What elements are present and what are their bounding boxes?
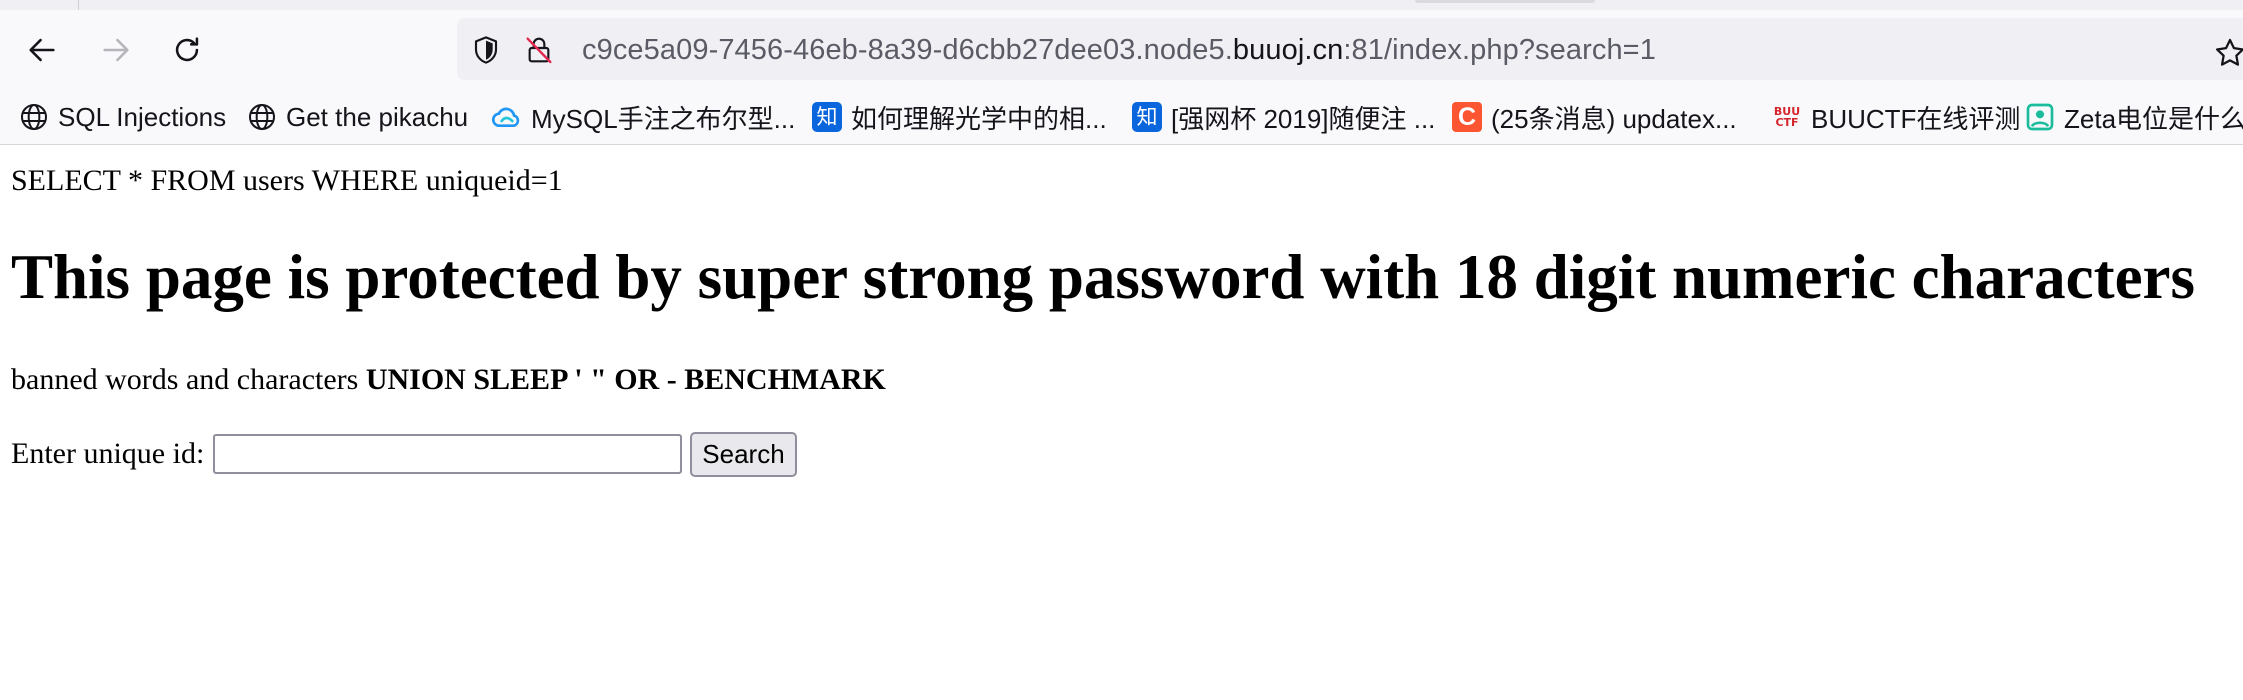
url-text[interactable]: c9ce5a09-7456-46eb-8a39-d6cbb27dee03.nod… (582, 33, 1656, 67)
navigation-toolbar: c9ce5a09-7456-46eb-8a39-d6cbb27dee03.nod… (0, 10, 2243, 90)
bookmark-zhihu-optics[interactable]: 知 如何理解光学中的相... (811, 98, 1107, 136)
bookmark-qwb-2019[interactable]: 知 [强网杯 2019]随便注 ... (1131, 98, 1435, 136)
url-suffix: :81/index.php?search=1 (1343, 34, 1656, 66)
bookmark-star-icon[interactable] (2213, 36, 2243, 70)
bookmark-label: [强网杯 2019]随便注 ... (1171, 103, 1436, 134)
bookmark-label: MySQL手注之布尔型... (531, 103, 796, 134)
active-tab-edge[interactable] (1415, 0, 1595, 3)
back-arrow-icon (29, 38, 55, 62)
back-button[interactable] (20, 28, 64, 72)
banned-words-notice: banned words and characters UNION SLEEP … (11, 362, 886, 398)
bookmark-label: 如何理解光学中的相... (851, 103, 1107, 134)
tab-strip (0, 0, 2243, 10)
globe-icon (18, 101, 50, 133)
bookmark-label: Zeta电位是什么? (2064, 103, 2243, 134)
bookmarks-toolbar: SQL Injections Get the pikachu MySQL手注之布… (0, 90, 2243, 145)
bookmark-csdn-updatexml[interactable]: C (25条消息) updatex... (1451, 98, 1737, 136)
zhihu-icon: 知 (1131, 101, 1163, 133)
bookmark-label: Get the pikachu (286, 101, 469, 132)
unique-id-input[interactable] (213, 434, 683, 474)
bookmark-zeta-potential[interactable]: Zeta电位是什么? (2024, 98, 2243, 136)
shield-icon[interactable] (470, 34, 502, 66)
cloud-icon (491, 101, 523, 133)
banned-label: banned words and characters (11, 363, 359, 396)
reload-button[interactable] (165, 28, 209, 72)
csdn-icon: C (1451, 101, 1483, 133)
search-button[interactable]: Search (690, 431, 797, 477)
sql-query-text: SELECT * FROM users WHERE uniqueid=1 (11, 164, 563, 197)
buuctf-icon: BUU CTF (1773, 105, 1801, 129)
reload-icon (175, 37, 199, 62)
search-form: Enter unique id: Search (11, 431, 797, 477)
page-heading: This page is protected by super strong p… (11, 242, 2196, 312)
zeta-icon (2024, 101, 2056, 133)
insecure-lock-icon[interactable] (523, 34, 555, 66)
bookmark-get-the-pikachu[interactable]: Get the pikachu (246, 98, 468, 136)
zhihu-icon: 知 (811, 101, 843, 133)
bookmark-buuctf[interactable]: BUU CTF BUUCTF在线评测 (1771, 98, 2021, 136)
tab-separator (78, 0, 79, 10)
bookmark-label: (25条消息) updatex... (1491, 103, 1737, 134)
address-bar[interactable]: c9ce5a09-7456-46eb-8a39-d6cbb27dee03.nod… (457, 18, 2243, 80)
forward-arrow-icon (103, 38, 129, 62)
bookmark-label: SQL Injections (58, 101, 227, 132)
bookmark-label: BUUCTF在线评测 (1811, 103, 2021, 134)
globe-icon (246, 101, 278, 133)
bookmark-sql-injections[interactable]: SQL Injections (18, 98, 226, 136)
url-prefix: c9ce5a09-7456-46eb-8a39-d6cbb27dee03.nod… (582, 34, 1233, 66)
banned-words-list: UNION SLEEP ' " OR - BENCHMARK (365, 363, 886, 396)
unique-id-label: Enter unique id: (11, 437, 205, 470)
bookmark-mysql-boolean[interactable]: MySQL手注之布尔型... (491, 98, 795, 136)
url-domain: buuoj.cn (1232, 34, 1344, 66)
forward-button[interactable] (94, 28, 138, 72)
